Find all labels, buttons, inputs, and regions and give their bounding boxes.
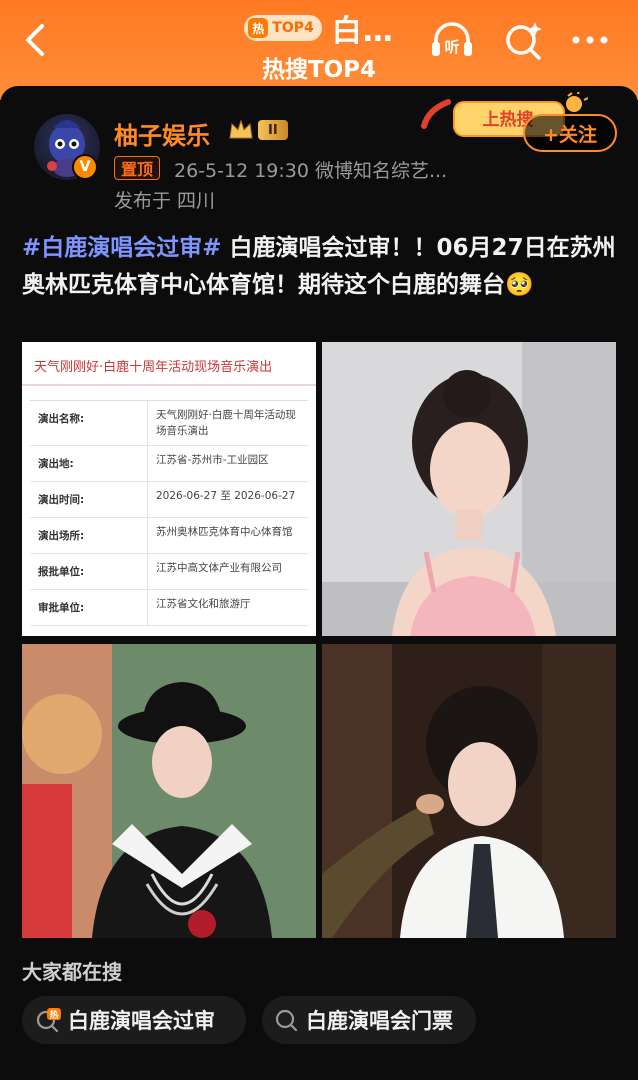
portrait-photo <box>322 644 616 938</box>
member-level-badge: II <box>228 117 296 143</box>
doc-value: 苏州奥林匹克体育中心体育馆 <box>156 526 293 538</box>
listen-button[interactable]: 听 <box>428 18 476 62</box>
listen-label: 听 <box>444 38 459 56</box>
doc-value: 江苏省文化和旅游厅 <box>156 598 251 610</box>
verified-badge: V <box>72 154 98 180</box>
search-sparkle-icon <box>506 22 542 60</box>
post-body: #白鹿演唱会过审# 白鹿演唱会过审！！06月27日在苏州奥林匹克体育中心体育馆！… <box>22 230 620 304</box>
level-label: II <box>258 120 288 140</box>
search-chip-label: 白鹿演唱会过审 <box>68 1009 215 1033</box>
doc-title: 天气刚刚好·白鹿十周年活动现场音乐演出 <box>22 342 316 386</box>
hot-search-icon: 热 <box>36 1008 61 1033</box>
hot-search-fire-label: 热 <box>49 1009 58 1021</box>
doc-key: 演出时间: <box>30 482 148 517</box>
doc-row: 报批单位: 江苏中高文体产业有限公司 <box>30 554 308 590</box>
top-bar: 热 TOP4 白… 热搜TOP4 听 <box>0 0 638 100</box>
follow-button[interactable]: +关注 <box>523 114 617 152</box>
post-image-portrait-shirt[interactable] <box>322 644 616 938</box>
search-chip[interactable]: 白鹿演唱会门票 <box>262 996 476 1044</box>
portrait-photo <box>22 644 316 938</box>
post-image-document[interactable]: 天气刚刚好·白鹿十周年活动现场音乐演出 演出名称: 天气刚刚好·白鹿十周年活动现… <box>22 342 316 636</box>
doc-key: 演出地: <box>30 446 148 481</box>
search-chip[interactable]: 热 白鹿演唱会过审 <box>22 996 246 1044</box>
search-icon <box>275 1009 298 1032</box>
doc-table: 演出名称: 天气刚刚好·白鹿十周年活动现场音乐演出 演出地: 江苏省-苏州市-工… <box>30 400 308 626</box>
doc-key: 报批单位: <box>30 554 148 589</box>
doc-row: 审批单位: 江苏省文化和旅游厅 <box>30 590 308 626</box>
more-dots-icon <box>572 36 608 44</box>
hot-rank-label: TOP4 <box>272 20 314 36</box>
doc-value: 天气刚刚好·白鹿十周年活动现场音乐演出 <box>156 409 296 437</box>
doc-key: 演出场所: <box>30 518 148 553</box>
section-title-trending: 大家都在搜 <box>22 960 122 984</box>
search-button[interactable] <box>500 18 548 62</box>
post-meta: 26-5-12 19:30 微博知名综艺... <box>174 160 448 182</box>
post-image-portrait-pink[interactable] <box>322 342 616 636</box>
doc-row: 演出时间: 2026-06-27 至 2026-06-27 <box>30 482 308 518</box>
doc-value: 江苏省-苏州市-工业园区 <box>156 454 269 466</box>
doc-value: 江苏中高文体产业有限公司 <box>156 562 282 574</box>
doc-key: 审批单位: <box>30 590 148 625</box>
post-image-portrait-hat[interactable] <box>22 644 316 938</box>
pleading-emoji: 🥺 <box>505 272 534 298</box>
post-card: V 柚子娱乐 II 置顶 26-5-12 19:30 微博知名综艺... 发布于… <box>0 86 638 1080</box>
headphones-icon: 听 <box>432 22 472 56</box>
page-title: 白… <box>331 14 394 49</box>
doc-value: 2026-06-27 至 2026-06-27 <box>156 490 296 502</box>
post-location: 发布于 四川 <box>114 190 216 212</box>
doc-key: 演出名称: <box>30 401 148 445</box>
hot-rank-badge: 热 TOP4 <box>244 15 322 41</box>
search-chip-label: 白鹿演唱会门票 <box>306 1009 453 1033</box>
portrait-photo <box>322 342 616 636</box>
hot-fire-icon: 热 <box>248 18 269 38</box>
doc-row: 演出地: 江苏省-苏州市-工业园区 <box>30 446 308 482</box>
hashtag-link[interactable]: #白鹿演唱会过审# <box>22 235 222 261</box>
pinned-tag: 置顶 <box>114 156 161 180</box>
doc-row: 演出场所: 苏州奥林匹克体育中心体育馆 <box>30 518 308 554</box>
crown-icon <box>229 119 253 139</box>
doc-row: 演出名称: 天气刚刚好·白鹿十周年活动现场音乐演出 <box>30 401 308 446</box>
more-button[interactable] <box>566 18 614 62</box>
username[interactable]: 柚子娱乐 <box>114 116 210 151</box>
